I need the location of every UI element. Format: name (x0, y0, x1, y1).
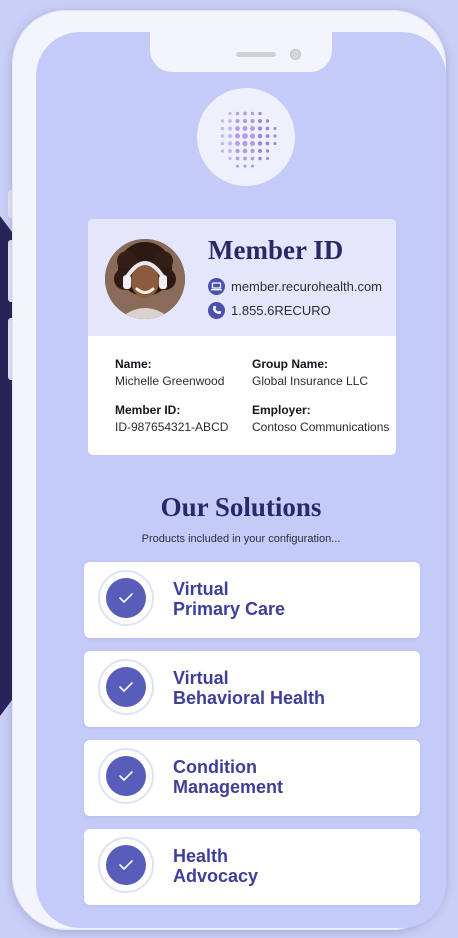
member-phone-row[interactable]: 1.855.6RECURO (208, 301, 331, 319)
solution-check-badge (98, 748, 154, 804)
solution-label-line1: Health (173, 846, 229, 866)
member-photo (105, 239, 185, 319)
solution-check-badge (98, 570, 154, 626)
employer-label: Employer: (252, 403, 311, 417)
member-card-header: Member ID member.recurohealth.com 1.855.… (88, 219, 396, 336)
member-website-link[interactable]: member.recurohealth.com (231, 279, 382, 294)
member-avatar (105, 239, 185, 319)
solution-card-virtual-primary-care[interactable]: Virtual Primary Care (84, 562, 420, 638)
phone-frame: Member ID member.recurohealth.com 1.855.… (12, 10, 446, 930)
solution-label-line2: Primary Care (173, 599, 286, 619)
member-phone-link[interactable]: 1.855.6RECURO (231, 303, 331, 318)
phone-screen: Member ID member.recurohealth.com 1.855.… (36, 32, 446, 928)
checkmark-icon (119, 860, 133, 870)
solution-check-badge (98, 659, 154, 715)
solutions-subtitle: Products included in your configuration.… (141, 533, 341, 545)
solution-label-line2: Advocacy (173, 866, 259, 886)
dotted-globe-logo-icon (220, 111, 277, 168)
solutions-heading: Our Solutions (160, 492, 322, 522)
solution-label-line1: Virtual (173, 668, 229, 688)
solution-card-health-advocacy[interactable]: Health Advocacy (84, 829, 420, 905)
group-name-value: Global Insurance LLC (252, 374, 369, 388)
solution-label: Condition Management (173, 757, 373, 797)
member-id-card: Member ID member.recurohealth.com 1.855.… (88, 219, 396, 455)
solution-card-virtual-behavioral-health[interactable]: Virtual Behavioral Health (84, 651, 420, 727)
solution-label: Virtual Primary Care (173, 579, 373, 619)
recuro-logo (197, 88, 295, 186)
name-label: Name: (115, 357, 152, 371)
checkmark-icon (119, 771, 133, 781)
member-id-label: Member ID: (115, 403, 181, 417)
front-camera (290, 49, 301, 60)
solution-label-line1: Condition (173, 757, 257, 777)
marketing-stage: Member ID member.recurohealth.com 1.855.… (0, 0, 458, 938)
employer-value: Contoso Communications (252, 420, 390, 434)
solution-label: Virtual Behavioral Health (173, 668, 373, 708)
solution-label-line2: Behavioral Health (173, 688, 326, 708)
solution-label-line1: Virtual (173, 579, 229, 599)
solution-label: Health Advocacy (173, 846, 373, 886)
name-value: Michelle Greenwood (115, 374, 225, 388)
solution-card-condition-management[interactable]: Condition Management (84, 740, 420, 816)
member-card-title: Member ID (208, 235, 344, 265)
speaker-grille (236, 52, 276, 57)
laptop-icon (208, 277, 225, 295)
solution-check-badge (98, 837, 154, 893)
solution-label-line2: Management (173, 777, 284, 797)
checkmark-icon (119, 593, 133, 603)
phone-icon (208, 301, 225, 319)
member-id-value: ID-987654321-ABCD (115, 420, 229, 434)
member-website-row[interactable]: member.recurohealth.com (208, 277, 382, 295)
checkmark-icon (119, 682, 133, 692)
group-name-label: Group Name: (252, 357, 329, 371)
